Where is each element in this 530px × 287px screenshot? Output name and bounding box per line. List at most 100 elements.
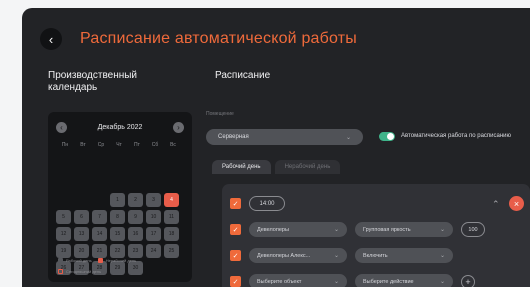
calendar-month: Декабрь 2022 (97, 124, 143, 131)
weekday-label: Сб (151, 142, 159, 148)
chevron-down-icon: ⌄ (439, 253, 445, 259)
calendar-day[interactable]: 16 (128, 227, 143, 241)
action-value: Выберите действие (363, 278, 414, 285)
calendar-empty-cell (164, 176, 179, 190)
calendar-day[interactable]: 15 (110, 227, 125, 241)
value-input[interactable]: 100 (461, 222, 485, 237)
check-icon: ✓ (232, 200, 239, 208)
calendar-day[interactable]: 13 (74, 227, 89, 241)
nonworkday-swatch (97, 258, 103, 263)
action-select[interactable]: Выберите действие ⌄ (355, 274, 453, 287)
schedule-rules-panel: ✓ 14:00 ⌃ × ✓ Девелоперы ⌄ Групповая ярко… (222, 184, 530, 287)
calendar-day[interactable]: 7 (92, 210, 107, 224)
calendar-day[interactable]: 8 (110, 210, 125, 224)
room-value: Серверная (218, 134, 249, 140)
weekday-label: Ср (97, 142, 105, 148)
weekday-label: Вс (170, 142, 176, 148)
rule-row: ✓ Девелоперы ⌄ Групповая яркость ⌄ 100 (230, 222, 485, 237)
calendar-day[interactable]: 21 (92, 244, 107, 258)
auto-schedule-label: Автоматическая работа по расписанию (401, 133, 512, 139)
calendar-day[interactable]: 14 (92, 227, 107, 241)
time-input[interactable]: 14:00 (249, 196, 285, 211)
page-title: Расписание автоматической работы (80, 30, 357, 47)
calendar-day[interactable]: 9 (128, 210, 143, 224)
rule-row: ✓ Выберите объект ⌄ Выберите действие ⌄ + (230, 274, 475, 287)
weekday-label: Чт (116, 142, 122, 148)
calendar-day[interactable]: 23 (128, 244, 143, 258)
calendar-legend: Рабочий день Нерабочий день Сегодняшний … (58, 257, 142, 279)
chevron-down-icon: ⌄ (333, 279, 339, 285)
legend-workday: Рабочий день (66, 258, 92, 263)
add-rule-button[interactable]: + (461, 274, 475, 287)
calendar-day[interactable]: 5 (56, 210, 71, 224)
calendar-day[interactable]: 20 (74, 244, 89, 258)
room-label: Помещение (206, 111, 234, 117)
calendar-day[interactable]: 10 (146, 210, 161, 224)
calendar-empty-cell (146, 176, 161, 190)
device-select[interactable]: Девелоперы ⌄ (249, 222, 347, 237)
room-select[interactable]: Серверная ⌄ (206, 129, 363, 145)
auto-schedule-toggle[interactable] (379, 132, 395, 141)
plus-icon: + (465, 276, 471, 287)
tab-nonworkday[interactable]: Нерабочий день (274, 160, 341, 174)
chevron-down-icon: ⌄ (333, 227, 339, 233)
device-value: Выберите объект (257, 278, 302, 285)
calendar-empty-cell (92, 176, 107, 190)
time-row: ✓ 14:00 (230, 196, 285, 211)
calendar-empty-cell (74, 176, 89, 190)
close-icon: × (513, 198, 520, 209)
workday-swatch (58, 258, 63, 263)
production-calendar: ‹ Декабрь 2022 › Пн Вт Ср Чт Пт Сб Вс 12… (48, 112, 192, 282)
calendar-day[interactable]: 22 (110, 244, 125, 258)
action-select[interactable]: Включить ⌄ (355, 248, 453, 263)
calendar-day[interactable]: 17 (146, 227, 161, 241)
calendar-empty-cell (74, 193, 89, 207)
day-type-tabs: Рабочий день Нерабочий день (212, 160, 341, 174)
device-select[interactable]: Девелоперы Алекс... ⌄ (249, 248, 347, 263)
chevron-down-icon: ⌄ (333, 253, 339, 259)
next-month-button[interactable]: › (173, 122, 184, 133)
delete-rule-button[interactable]: × (509, 196, 524, 211)
chevron-down-icon: ⌄ (439, 227, 445, 233)
action-value: Групповая яркость (363, 226, 411, 233)
back-button[interactable]: ‹ (40, 28, 62, 50)
calendar-day[interactable]: 3 (146, 193, 161, 207)
calendar-day[interactable]: 25 (164, 244, 179, 258)
calendar-day[interactable]: 11 (164, 210, 179, 224)
rule-checkbox[interactable]: ✓ (230, 250, 241, 261)
header: ‹ Расписание автоматической работы (40, 28, 357, 50)
calendar-header: ‹ Декабрь 2022 › (48, 122, 192, 133)
calendar-day[interactable]: 6 (74, 210, 89, 224)
check-icon: ✓ (232, 252, 239, 260)
calendar-empty-cell (92, 193, 107, 207)
device-value: Девелоперы Алекс... (257, 252, 311, 259)
weekday-label: Пт (134, 142, 140, 148)
prev-month-button[interactable]: ‹ (56, 122, 67, 133)
weekday-label: Пн (61, 142, 69, 148)
calendar-day[interactable]: 1 (110, 193, 125, 207)
calendar-empty-cell (56, 193, 71, 207)
calendar-empty-cell (164, 261, 179, 275)
calendar-weekdays: Пн Вт Ср Чт Пт Сб Вс (56, 142, 182, 148)
calendar-day[interactable]: 19 (56, 244, 71, 258)
calendar-day[interactable]: 18 (164, 227, 179, 241)
chevron-left-icon: ‹ (60, 123, 63, 132)
device-select[interactable]: Выберите объект ⌄ (249, 274, 347, 287)
rule-checkbox[interactable]: ✓ (230, 224, 241, 235)
calendar-day[interactable]: 4 (164, 193, 179, 207)
chevron-down-icon: ⌄ (345, 134, 351, 141)
action-select[interactable]: Групповая яркость ⌄ (355, 222, 453, 237)
calendar-section-title: Производственный календарь (48, 70, 138, 93)
app-window: ‹ Расписание автоматической работы Произ… (22, 8, 530, 287)
tab-workday[interactable]: Рабочий день (212, 160, 271, 174)
calendar-day[interactable]: 12 (56, 227, 71, 241)
calendar-day[interactable]: 24 (146, 244, 161, 258)
today-swatch (58, 269, 63, 274)
time-checkbox[interactable]: ✓ (230, 198, 241, 209)
calendar-day[interactable]: 2 (128, 193, 143, 207)
arrow-left-icon: ‹ (48, 31, 54, 47)
chevron-up-icon[interactable]: ⌃ (492, 199, 500, 210)
rule-checkbox[interactable]: ✓ (230, 276, 241, 287)
device-value: Девелоперы (257, 226, 289, 233)
calendar-empty-cell (110, 176, 125, 190)
